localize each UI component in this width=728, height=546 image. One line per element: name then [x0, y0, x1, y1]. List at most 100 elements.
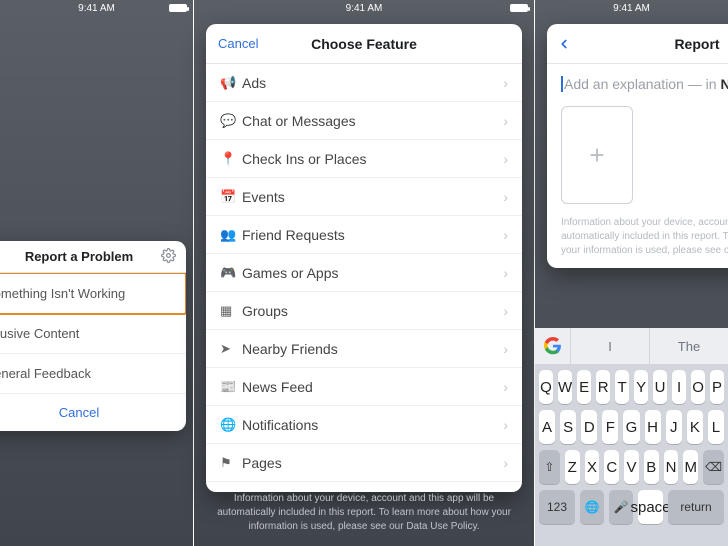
disclosure-footer: Information about your device, account a… — [214, 492, 514, 534]
status-time: 9:41 AM — [346, 3, 383, 14]
feature-label: Check Ins or Places — [242, 151, 503, 167]
keyboard-row-1: QWERTYUIOP — [535, 364, 728, 404]
mic-key[interactable]: 🎤 — [609, 490, 633, 524]
feature-row-news-feed[interactable]: 📰News Feed› — [206, 368, 522, 406]
key-p[interactable]: P — [710, 370, 724, 404]
feature-label: News Feed — [242, 379, 503, 395]
key-i[interactable]: I — [672, 370, 686, 404]
back-button[interactable] — [557, 35, 571, 53]
key-n[interactable]: N — [664, 450, 679, 484]
globe-key[interactable]: 🌐 — [580, 490, 604, 524]
megaphone-icon: 📢 — [220, 75, 242, 91]
feature-label: Pages — [242, 455, 503, 471]
key-z[interactable]: Z — [565, 450, 580, 484]
feature-row-groups[interactable]: ▦Groups› — [206, 292, 522, 330]
suggestion-1[interactable]: I — [571, 328, 650, 364]
key-r[interactable]: R — [596, 370, 610, 404]
key-l[interactable]: L — [708, 410, 724, 444]
chevron-right-icon: › — [503, 151, 508, 167]
chevron-right-icon: › — [503, 417, 508, 433]
sheet-title: Report a Problem — [25, 249, 133, 264]
key-h[interactable]: H — [645, 410, 661, 444]
phone-screen-1: 9:41 AM Report a Problem Something Isn't… — [0, 0, 193, 546]
gear-icon[interactable] — [161, 248, 176, 263]
key-u[interactable]: U — [653, 370, 667, 404]
key-x[interactable]: X — [585, 450, 600, 484]
key-e[interactable]: E — [577, 370, 591, 404]
feature-row-events[interactable]: 📅Events› — [206, 178, 522, 216]
modal-title: Choose Feature — [311, 36, 417, 52]
feature-row-photos[interactable]: 🖼Photos› — [206, 482, 522, 492]
groups-icon: ▦ — [220, 303, 242, 319]
feature-label: Groups — [242, 303, 503, 319]
report-problem-sheet: Report a Problem Something Isn't Working… — [0, 241, 186, 431]
key-w[interactable]: W — [558, 370, 572, 404]
google-suggest-icon[interactable] — [535, 328, 571, 364]
key-d[interactable]: D — [581, 410, 597, 444]
chevron-right-icon: › — [503, 341, 508, 357]
feature-label: Events — [242, 189, 503, 205]
backspace-key[interactable]: ⌫ — [703, 450, 724, 484]
feature-row-friend-requests[interactable]: 👥Friend Requests› — [206, 216, 522, 254]
status-time: 9:41 AM — [613, 3, 650, 14]
add-attachment-button[interactable]: + — [561, 106, 633, 204]
chevron-right-icon: › — [503, 75, 508, 91]
status-time: 9:41 AM — [78, 3, 115, 14]
cancel-button[interactable]: Cancel — [218, 36, 258, 51]
cancel-button[interactable]: Cancel — [0, 394, 186, 431]
key-v[interactable]: V — [624, 450, 639, 484]
suggestion-2[interactable]: The — [650, 328, 728, 364]
option-something-not-working[interactable]: Something Isn't Working — [0, 272, 186, 315]
newsfeed-icon: 📰 — [220, 379, 242, 395]
chevron-right-icon: › — [503, 189, 508, 205]
key-c[interactable]: C — [604, 450, 619, 484]
feature-list[interactable]: 📢Ads›💬Chat or Messages›📍Check Ins or Pla… — [206, 64, 522, 492]
feature-label: Games or Apps — [242, 265, 503, 281]
option-general-feedback[interactable]: General Feedback — [0, 354, 186, 394]
feature-label: Nearby Friends — [242, 341, 503, 357]
keyboard-row-3: ⇧ZXCVBNM⌫ — [535, 444, 728, 484]
key-k[interactable]: K — [687, 410, 703, 444]
feature-row-check-ins-or-places[interactable]: 📍Check Ins or Places› — [206, 140, 522, 178]
key-t[interactable]: T — [615, 370, 629, 404]
feature-row-notifications[interactable]: 🌐Notifications› — [206, 406, 522, 444]
key-f[interactable]: F — [602, 410, 618, 444]
option-abusive-content[interactable]: Abusive Content — [0, 314, 186, 354]
gamepad-icon: 🎮 — [220, 265, 242, 281]
shift-key[interactable]: ⇧ — [539, 450, 560, 484]
card-header: Report — [547, 24, 728, 64]
plus-icon: + — [589, 140, 604, 171]
feature-label: Ads — [242, 75, 503, 91]
feature-row-chat-or-messages[interactable]: 💬Chat or Messages› — [206, 102, 522, 140]
chevron-right-icon: › — [503, 113, 508, 129]
feature-row-nearby-friends[interactable]: ➤Nearby Friends› — [206, 330, 522, 368]
battery-icon — [169, 4, 187, 12]
flag-icon: ⚑ — [220, 455, 242, 471]
battery-icon — [510, 4, 528, 12]
key-j[interactable]: J — [666, 410, 682, 444]
keyboard-row-bottom: 123 🌐 🎤 space return — [535, 484, 728, 530]
keyboard: I The QWERTYUIOP ASDFGHJKL ⇧ZXCVBNM⌫ 123… — [535, 328, 728, 546]
calendar-icon: 📅 — [220, 189, 242, 205]
key-q[interactable]: Q — [539, 370, 553, 404]
feature-row-ads[interactable]: 📢Ads› — [206, 64, 522, 102]
report-card: Report Add an explanation — in News Feed… — [547, 24, 728, 268]
space-key[interactable]: space — [638, 490, 663, 524]
numbers-key[interactable]: 123 — [539, 490, 575, 524]
suggestion-bar: I The — [535, 328, 728, 364]
return-key[interactable]: return — [668, 490, 724, 524]
key-b[interactable]: B — [644, 450, 659, 484]
key-a[interactable]: A — [539, 410, 555, 444]
chat-icon: 💬 — [220, 113, 242, 129]
feature-label: Notifications — [242, 417, 503, 433]
chevron-right-icon: › — [503, 455, 508, 471]
key-g[interactable]: G — [623, 410, 639, 444]
key-o[interactable]: O — [691, 370, 705, 404]
key-m[interactable]: M — [683, 450, 698, 484]
feature-row-pages[interactable]: ⚑Pages› — [206, 444, 522, 482]
explanation-input[interactable]: Add an explanation — in News Feed — [547, 64, 728, 102]
feature-label: Friend Requests — [242, 227, 503, 243]
key-y[interactable]: Y — [634, 370, 648, 404]
key-s[interactable]: S — [560, 410, 576, 444]
feature-row-games-or-apps[interactable]: 🎮Games or Apps› — [206, 254, 522, 292]
